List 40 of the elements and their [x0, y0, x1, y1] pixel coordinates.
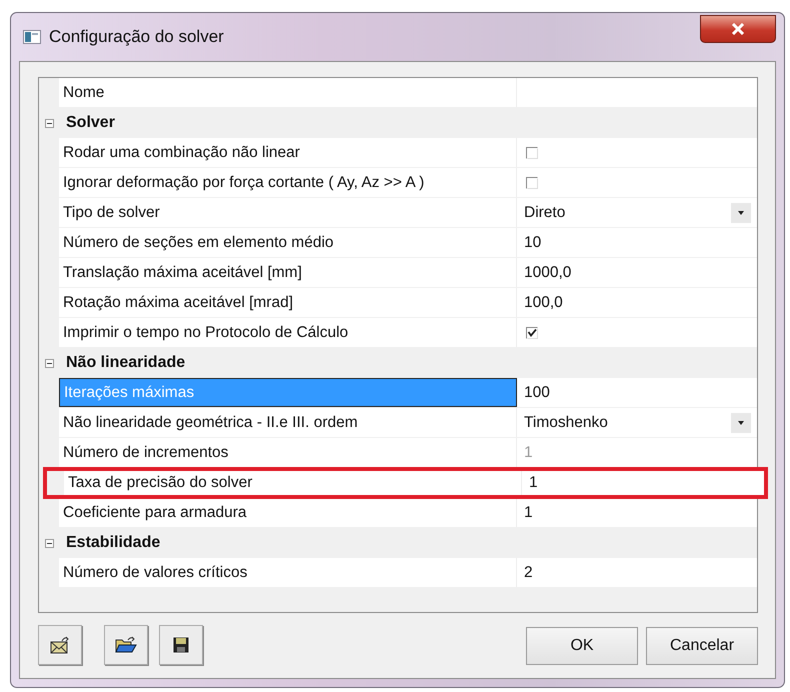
property-label[interactable]: Rotação máxima aceitável [mrad] [59, 288, 517, 317]
value-text[interactable]: 1 [524, 504, 533, 522]
property-label[interactable]: Imprimir o tempo no Protocolo de Cálculo [59, 318, 517, 347]
property-label[interactable]: Número de valores críticos [59, 558, 517, 587]
property-label[interactable]: Nome [59, 78, 517, 107]
property-label[interactable]: Rodar uma combinação não linear [59, 138, 517, 167]
close-icon [731, 23, 745, 35]
save-button[interactable] [159, 625, 203, 665]
collapse-icon[interactable] [45, 358, 54, 368]
property-label[interactable]: Coeficiente para armadura [59, 498, 517, 527]
window-title: Configuração do solver [49, 27, 224, 47]
property-label[interactable]: Número de seções em elemento médio [59, 228, 517, 257]
value-text[interactable]: 100 [524, 384, 550, 402]
property-label[interactable]: Tipo de solver [59, 198, 517, 227]
checkbox[interactable] [526, 176, 538, 188]
checkbox[interactable] [526, 326, 538, 338]
value-text[interactable]: 2 [524, 564, 533, 582]
value-text[interactable]: 1 [529, 474, 538, 492]
close-button[interactable] [700, 15, 776, 43]
collapse-icon[interactable] [45, 118, 54, 128]
export-button[interactable] [38, 625, 82, 665]
property-label[interactable]: Taxa de precisão do solver [64, 468, 522, 497]
envelope-icon [50, 636, 70, 654]
folder-icon [115, 636, 137, 654]
property-label[interactable]: Ignorar deformação por força cortante ( Ay, Az >> A ) [59, 168, 517, 197]
value-text[interactable]: 10 [524, 234, 542, 252]
collapse-icon[interactable] [45, 538, 54, 548]
category-label: Solver [66, 114, 115, 132]
checkbox[interactable] [526, 146, 538, 158]
dialog-button[interactable]: Cancelar [646, 627, 758, 665]
open-button[interactable] [104, 625, 148, 665]
category-label: Estabilidade [66, 534, 160, 552]
value-text[interactable]: 100,0 [524, 294, 563, 312]
property-label[interactable]: Translação máxima aceitável [mm] [59, 258, 517, 287]
property-label[interactable]: Não linearidade geométrica - II.e III. ordem [59, 408, 517, 437]
category-label: Não linearidade [66, 354, 186, 372]
value-text[interactable]: Direto [524, 204, 566, 222]
window-icon [23, 30, 41, 44]
value-text[interactable]: 1000,0 [524, 264, 572, 282]
dialog-button[interactable]: OK [526, 627, 638, 665]
